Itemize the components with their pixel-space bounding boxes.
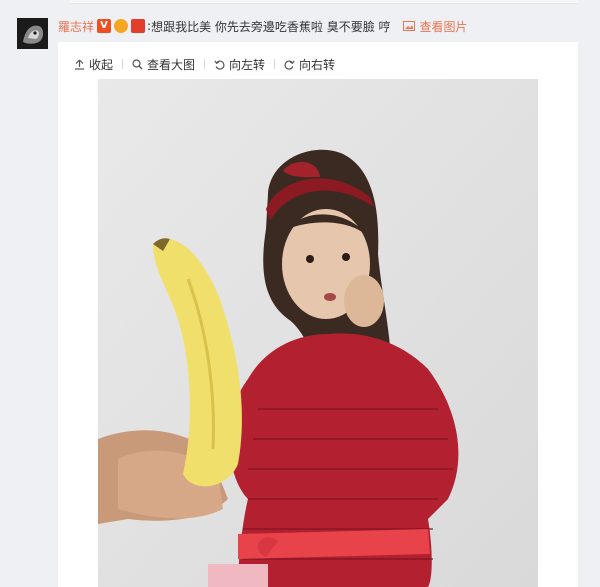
post-photo[interactable] bbox=[98, 79, 538, 587]
verified-v-icon[interactable]: V bbox=[97, 19, 112, 33]
media-toolbar: 收起 查看大图 向左转 向右转 bbox=[74, 56, 335, 72]
collapse-button[interactable]: 收起 bbox=[74, 56, 113, 73]
view-picture-label: 查看图片 bbox=[419, 19, 468, 34]
search-icon bbox=[132, 58, 143, 69]
view-large-label: 查看大图 bbox=[147, 57, 196, 72]
rotate-left-label: 向左转 bbox=[229, 57, 266, 72]
media-panel: 收起 查看大图 向左转 向右转 bbox=[58, 42, 578, 587]
shield-badge-icon[interactable] bbox=[131, 19, 146, 33]
rotate-right-icon bbox=[284, 59, 295, 70]
divider bbox=[204, 59, 206, 69]
collapse-up-icon bbox=[75, 59, 84, 70]
username-link[interactable]: 羅志祥 bbox=[58, 18, 94, 35]
previous-card-edge bbox=[70, 0, 578, 4]
view-large-button[interactable]: 查看大图 bbox=[132, 56, 195, 73]
collapse-label: 收起 bbox=[89, 57, 114, 72]
picture-icon bbox=[402, 21, 415, 31]
crown-icon[interactable] bbox=[114, 19, 129, 33]
post-text: 想跟我比美 你先去旁邊吃香蕉啦 臭不要臉 哼 bbox=[151, 19, 391, 34]
rotate-right-label: 向右转 bbox=[299, 57, 336, 72]
rotate-left-button[interactable]: 向左转 bbox=[214, 56, 265, 73]
photo-illustration bbox=[98, 79, 538, 587]
view-picture-link[interactable]: 查看图片 bbox=[402, 18, 468, 35]
rotate-left-icon bbox=[214, 59, 225, 70]
post-header: 羅志祥 V : 想跟我比美 你先去旁邊吃香蕉啦 臭不要臉 哼 查看图片 bbox=[58, 16, 468, 36]
avatar[interactable] bbox=[17, 18, 48, 49]
divider bbox=[122, 59, 124, 69]
divider bbox=[274, 59, 276, 69]
rotate-right-button[interactable]: 向右转 bbox=[284, 56, 335, 73]
